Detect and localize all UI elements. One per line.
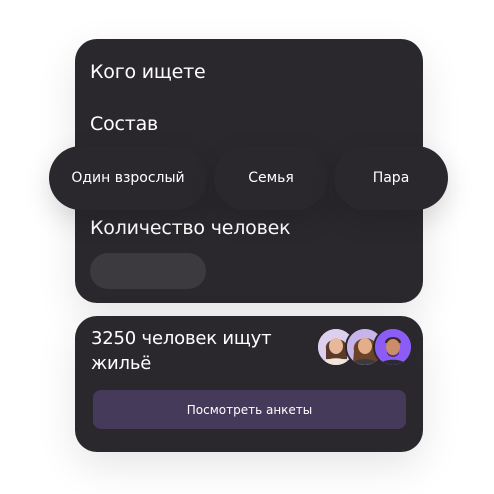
- avatar-man-icon: [373, 327, 413, 367]
- composition-heading: Состав: [90, 113, 159, 135]
- option-one-adult[interactable]: Один взрослый: [49, 146, 207, 210]
- seekers-card: 3250 человек ищут жильё Посмотреть анкет…: [75, 316, 423, 452]
- people-count-field[interactable]: [90, 253, 206, 289]
- option-family[interactable]: Семья: [214, 146, 328, 210]
- who-heading: Кого ищете: [90, 61, 206, 83]
- avatar-stack: [316, 327, 413, 367]
- seekers-count-title: 3250 человек ищут жильё: [91, 328, 272, 374]
- count-heading: Количество человек: [90, 217, 291, 239]
- option-couple[interactable]: Пара: [334, 146, 448, 210]
- view-profiles-button[interactable]: Посмотреть анкеты: [93, 390, 406, 429]
- stage: Кого ищете Состав Количество человек Оди…: [0, 0, 494, 494]
